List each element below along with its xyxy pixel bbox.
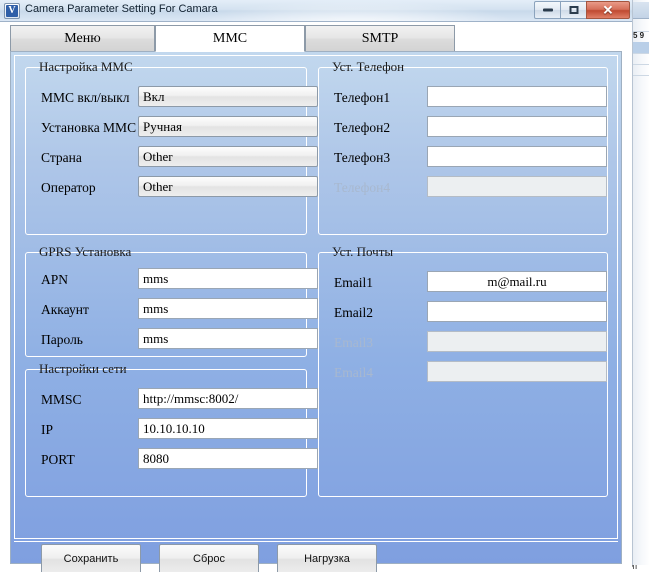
tab-strip: Меню MMC SMTP [10,25,622,52]
row-phone1: Телефон1 [319,86,607,110]
input-email3 [427,331,607,352]
group-title-mail-setup: Уст. Почты [328,244,398,260]
group-title-network-setup: Настройки сети [35,361,131,377]
group-network-setup: Настройки сети MMSC http://mmsc:8002/ IP… [25,361,318,497]
save-button[interactable]: Сохранить [41,544,141,572]
camera-app-icon: V [4,3,20,19]
group-mail-setup: Уст. Почты Email1 m@mail.ru Email2 Email… [318,244,608,497]
input-email4 [427,361,607,382]
label-email4: Email4 [334,365,373,380]
minimize-icon [542,8,553,12]
combo-operator-arrow-wrap [138,176,318,197]
row-mmc-onoff: MMC вкл/выкл Вкл [26,86,318,110]
label-ip: IP [41,422,54,437]
label-password: Пароль [41,332,83,347]
reset-button[interactable]: Сброс [159,544,259,572]
row-apn: APN mms [26,268,318,292]
input-apn[interactable]: mms [138,268,318,289]
label-port: PORT [41,452,75,467]
combo-mmc-mode-arrow-wrap [138,116,318,137]
label-apn: APN [41,272,69,287]
tab-menu[interactable]: Меню [10,25,155,52]
minimize-button[interactable] [534,1,561,19]
tab-mmc[interactable]: MMC [155,25,305,52]
row-phone3: Телефон3 [319,146,607,170]
combo-mmc-onoff-arrow-wrap [138,86,318,107]
label-account: Аккаунт [41,302,89,317]
row-email4: Email4 [319,361,607,385]
row-country: Страна Other [26,146,318,170]
input-mmsc[interactable]: http://mmsc:8002/ [138,388,318,409]
button-bar-separator-top [14,541,618,542]
label-operator: Оператор [41,180,96,195]
input-phone3[interactable] [427,146,607,167]
input-email2[interactable] [427,301,607,322]
label-phone3: Телефон3 [334,150,391,165]
camera-parameter-window: V Camera Parameter Setting For Camara ✕ … [0,0,632,572]
window-titlebar[interactable]: V Camera Parameter Setting For Camara ✕ [0,0,632,22]
row-port: PORT 8080 [26,448,318,472]
label-phone4: Телефон4 [334,180,391,195]
maximize-button[interactable] [560,1,587,19]
app-icon-glyph: V [6,5,18,17]
row-phone2: Телефон2 [319,116,607,140]
background-window-right[interactable]: 5 9 [632,0,649,572]
input-password[interactable]: mms [138,328,318,349]
load-button[interactable]: Нагрузка [277,544,377,572]
row-account: Аккаунт mms [26,298,318,322]
row-password: Пароль mms [26,328,318,352]
maximize-icon [569,6,578,14]
label-country: Страна [41,150,82,165]
row-mmsc: MMSC http://mmsc:8002/ [26,388,318,412]
group-title-mmc-setup: Настройка MMC [35,59,137,75]
input-phone1[interactable] [427,86,607,107]
row-email1: Email1 m@mail.ru [319,271,607,295]
group-gprs-setup: GPRS Установка APN mms Аккаунт mms Парол… [25,244,318,357]
tab-page-mmc: Настройка MMC MMC вкл/выкл Вкл Установка… [10,51,622,572]
close-button[interactable]: ✕ [586,1,630,19]
close-icon: ✕ [602,2,614,18]
row-mmc-mode: Установка MMC Ручная [26,116,318,140]
row-ip: IP 10.10.10.10 [26,418,318,442]
group-phone-setup: Уст. Телефон Телефон1 Телефон2 Телефон3 [318,59,608,235]
input-port[interactable]: 8080 [138,448,318,469]
label-email1: Email1 [334,275,373,290]
label-mmc-onoff: MMC вкл/выкл [41,90,130,105]
row-phone4: Телефон4 [319,176,607,200]
mmc-settings-panel: Настройка MMC MMC вкл/выкл Вкл Установка… [14,55,618,539]
group-title-phone-setup: Уст. Телефон [328,59,409,75]
window-client-area: Меню MMC SMTP Настройка MMC MMC вкл/выкл… [0,22,632,572]
window-controls: ✕ [534,1,630,19]
row-email3: Email3 [319,331,607,355]
group-title-gprs-setup: GPRS Установка [35,244,136,260]
background-window-titlebar [633,2,649,19]
label-email3: Email3 [334,335,373,350]
label-phone1: Телефон1 [334,90,391,105]
label-email2: Email2 [334,305,373,320]
tab-smtp[interactable]: SMTP [305,25,455,52]
label-mmsc: MMSC [41,392,82,407]
row-operator: Оператор Other [26,176,318,200]
window-title: Camera Parameter Setting For Camara [25,3,218,15]
input-ip[interactable]: 10.10.10.10 [138,418,318,439]
input-phone2[interactable] [427,116,607,137]
input-account[interactable]: mms [138,298,318,319]
label-phone2: Телефон2 [334,120,391,135]
combo-country-arrow-wrap [138,146,318,167]
row-email2: Email2 [319,301,607,325]
background-window-row [633,64,649,76]
titlebar-glow [190,0,520,21]
input-email1[interactable]: m@mail.ru [427,271,607,292]
input-phone4 [427,176,607,197]
label-mmc-mode: Установка MMC [41,120,137,135]
group-mmc-setup: Настройка MMC MMC вкл/выкл Вкл Установка… [25,59,318,235]
